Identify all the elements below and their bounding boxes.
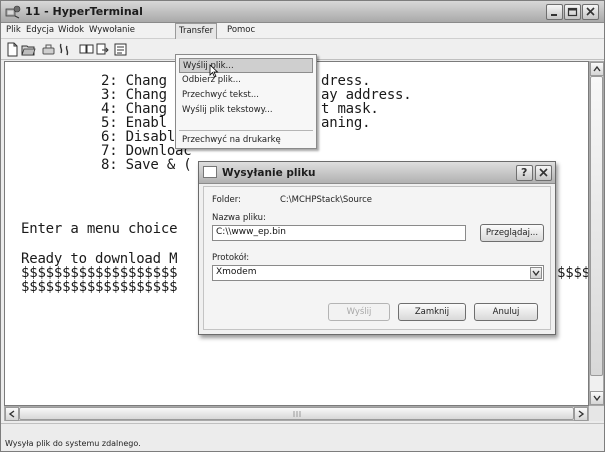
protocol-label: Protokół: [212,253,250,263]
scrollbar-corner [589,406,604,421]
status-bar: Wysyła plik do systemu zdalnego. [1,423,604,451]
dialog-title-bar[interactable]: Wysyłanie pliku ? [199,162,555,184]
protocol-select[interactable]: Xmodem [212,265,544,281]
horizontal-scrollbar[interactable] [4,406,589,421]
disconnect-icon[interactable] [57,42,72,57]
protocol-value: Xmodem [216,267,257,277]
chevron-down-icon [532,270,540,277]
properties-icon[interactable] [113,42,128,57]
terminal-fragment: dress. [321,73,371,89]
minimize-icon [551,14,557,16]
menu-item-receive-file[interactable]: Odbierz plik... [179,73,313,88]
filename-label: Nazwa pliku: [212,213,266,223]
terminal-line: 2: Chang [101,73,167,89]
send-button[interactable]: Wyślij [328,303,390,321]
folder-label: Folder: [212,195,241,205]
menu-pomoc[interactable]: Pomoc [227,25,255,35]
help-icon: ? [521,166,528,179]
terminal-line: 8: Save & ( [101,157,192,173]
close-button[interactable]: Zamknij [398,303,466,321]
menu-item-label: Wyślij plik tekstowy... [182,105,273,115]
terminal-line: $$$$$$$$$$$$$$$$$$$ [21,265,178,281]
close-window-button[interactable] [582,4,599,20]
terminal-fragment: t mask. [321,101,379,117]
scroll-up-button[interactable] [590,62,604,76]
terminal-line: 3: Chang [101,87,167,103]
terminal-line: 6: Disable [101,129,184,145]
terminal-line: Ready to download M [21,251,178,267]
terminal-line: 5: Enabl [101,115,167,131]
hyperterminal-app-icon [5,5,21,19]
arrow-left-icon [8,410,15,418]
terminal-line: Enter a menu choice [21,221,178,237]
close-icon [539,168,548,177]
receive-file-icon[interactable] [95,42,110,57]
menu-item-label: Odbierz plik... [182,75,241,85]
terminal-fragment: $$$$ [557,265,589,281]
maximize-icon [567,7,578,17]
close-icon [586,7,595,16]
hyperterminal-window: 11 - HyperTerminal Plik Edycja Widok Wyw… [0,0,605,452]
scroll-right-button[interactable] [574,407,588,421]
new-file-icon[interactable] [5,42,20,57]
vertical-scroll-track[interactable] [590,76,603,376]
maximize-button[interactable] [564,4,581,20]
menu-item-send-text-file[interactable]: Wyślij plik tekstowy... [179,103,313,118]
dialog-title: Wysyłanie pliku [222,167,316,179]
terminal-fragment: ay address. [321,87,412,103]
filename-value: C:\\www_ep.bin [216,227,286,237]
menu-item-send-file[interactable]: Wyślij plik... [179,58,313,73]
dialog-body: Folder: C:\MCHPStack\Source Nazwa pliku:… [203,186,551,330]
menu-item-capture-text[interactable]: Przechwyć tekst... [179,88,313,103]
horizontal-scroll-thumb[interactable] [19,407,574,420]
dialog-window-icon [203,166,217,178]
open-folder-icon[interactable] [21,42,36,57]
status-text: Wysyła plik do systemu zdalnego. [5,439,141,448]
menu-edycja[interactable]: Edycja [26,25,54,35]
cancel-button[interactable]: Anuluj [474,303,538,321]
menu-item-label: Przechwyć na drukarkę [182,135,281,145]
menu-transfer[interactable]: Transfer [175,23,218,39]
transfer-menu-dropdown: Wyślij plik... Odbierz plik... Przechwyć… [175,54,317,149]
connect-icon[interactable] [41,42,56,57]
terminal-line: $$$$$$$$$$$$$$$$$$$ [21,279,178,295]
vertical-scrollbar[interactable] [589,61,604,406]
menu-wywolanie[interactable]: Wywołanie [89,25,135,35]
send-file-icon[interactable] [79,42,94,57]
menu-item-capture-to-printer[interactable]: Przechwyć na drukarkę [179,133,313,148]
scroll-down-button[interactable] [590,391,604,405]
send-file-dialog: Wysyłanie pliku ? Folder: C:\MCHPStack\S… [198,161,556,335]
filename-input[interactable]: C:\\www_ep.bin [212,225,466,241]
menu-widok[interactable]: Widok [58,25,84,35]
grip-icon [293,411,301,417]
browse-button[interactable]: Przeglądaj... [480,224,544,242]
folder-value: C:\MCHPStack\Source [280,195,373,205]
menu-item-label: Przechwyć tekst... [182,90,259,100]
arrow-right-icon [578,410,585,418]
menu-plik[interactable]: Plik [6,25,21,35]
terminal-line: 4: Chang [101,101,167,117]
menu-bar: Plik Edycja Widok Wywołanie Transfer Pom… [1,23,604,39]
protocol-dropdown-button[interactable] [530,267,542,279]
dialog-help-button[interactable]: ? [516,165,533,181]
arrow-up-icon [593,65,601,72]
dialog-close-button[interactable] [535,165,552,181]
menu-separator [179,130,313,131]
window-title: 11 - HyperTerminal [25,5,143,18]
arrow-down-icon [593,395,601,402]
minimize-button[interactable] [546,4,563,20]
terminal-fragment: aning. [321,115,371,131]
title-bar[interactable]: 11 - HyperTerminal [1,1,604,23]
scroll-left-button[interactable] [5,407,19,421]
